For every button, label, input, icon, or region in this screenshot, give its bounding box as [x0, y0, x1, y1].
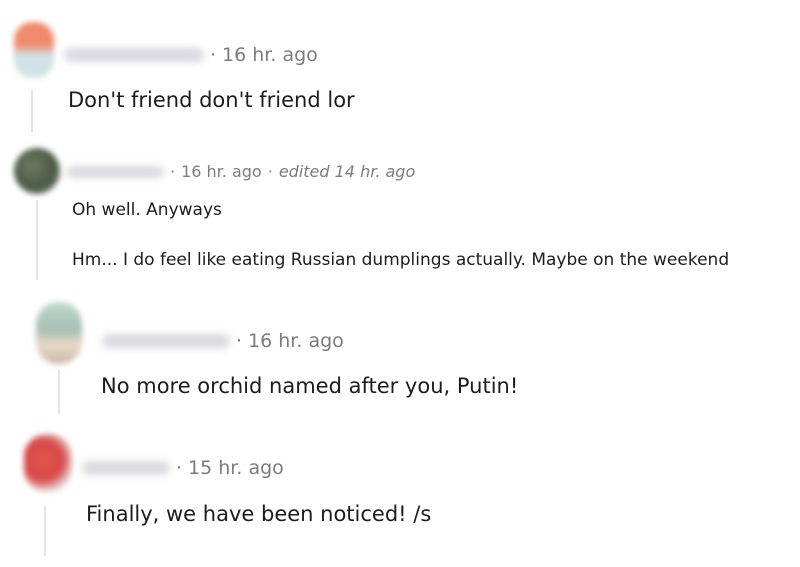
comment-meta: · 15 hr. ago	[82, 457, 284, 479]
comment-1: · 16 hr. ago Don't friend don't friend l…	[0, 0, 800, 140]
comment-body: Oh well. Anyways	[72, 200, 222, 220]
username[interactable]	[66, 165, 164, 178]
thread-line[interactable]	[44, 506, 46, 556]
edited-label: edited 14 hr. ago	[278, 162, 416, 181]
comment-body: Don't friend don't friend lor	[68, 88, 355, 112]
thread-line[interactable]	[58, 370, 60, 414]
username[interactable]	[102, 334, 230, 348]
username[interactable]	[64, 48, 204, 62]
thread-line[interactable]	[36, 200, 38, 280]
comment-3: · 16 hr. ago No more orchid named after …	[0, 286, 800, 416]
comment-meta: · 16 hr. ago	[102, 330, 344, 352]
comment-body: Hm... I do feel like eating Russian dump…	[72, 250, 730, 270]
meta-separator: ·	[236, 330, 243, 352]
comment-meta: · 16 hr. ago	[64, 44, 318, 66]
meta-separator: ·	[170, 162, 176, 181]
meta-separator: ·	[176, 457, 183, 479]
meta-separator: ·	[267, 162, 273, 181]
timestamp[interactable]: 16 hr. ago	[248, 330, 344, 352]
timestamp[interactable]: 16 hr. ago	[181, 162, 262, 181]
thread-line[interactable]	[31, 90, 33, 132]
comment-body: Finally, we have been noticed! /s	[86, 502, 432, 526]
timestamp[interactable]: 15 hr. ago	[188, 457, 284, 479]
user-avatar-icon[interactable]	[36, 302, 82, 364]
username[interactable]	[82, 461, 170, 475]
comment-meta: · 16 hr. ago · edited 14 hr. ago	[66, 162, 415, 181]
comment-4: · 15 hr. ago Finally, we have been notic…	[0, 420, 800, 567]
comment-body: No more orchid named after you, Putin!	[101, 374, 519, 398]
user-avatar-icon[interactable]	[14, 148, 60, 194]
user-avatar-icon[interactable]	[14, 22, 54, 78]
user-avatar-icon[interactable]	[24, 434, 72, 492]
timestamp[interactable]: 16 hr. ago	[222, 44, 318, 66]
meta-separator: ·	[210, 44, 217, 66]
comment-2: · 16 hr. ago · edited 14 hr. ago Oh well…	[0, 140, 800, 285]
